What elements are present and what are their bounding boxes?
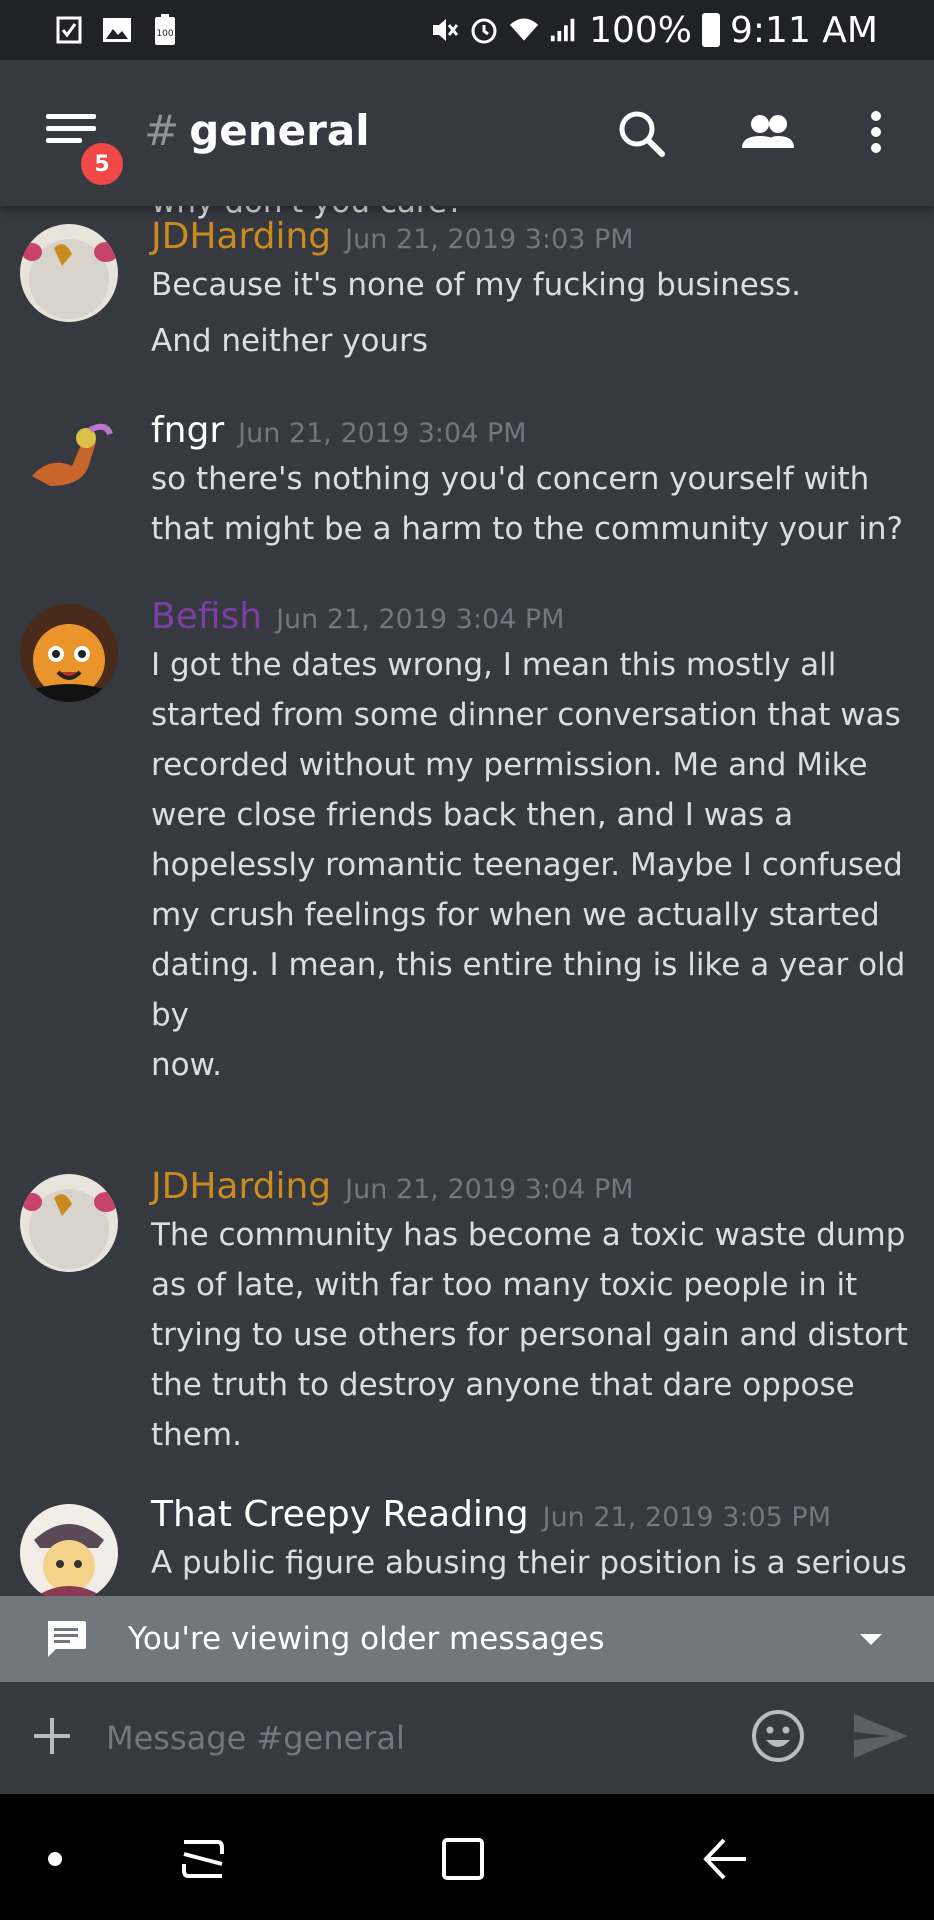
checkbox-icon xyxy=(54,15,84,45)
author-name[interactable]: JDHarding xyxy=(151,216,331,257)
message-line: that might be a harm to the community yo… xyxy=(151,511,903,547)
message-line: recorded without my permission. Me and M… xyxy=(151,747,868,783)
author-name[interactable]: Befish xyxy=(151,596,262,637)
message-line: so there's nothing you'd concern yoursel… xyxy=(151,461,870,497)
message-line: the truth to destroy anyone that dare op… xyxy=(151,1367,855,1403)
gallery-icon xyxy=(102,15,132,45)
alarm-icon xyxy=(469,15,499,45)
timestamp: Jun 21, 2019 3:04 PM xyxy=(276,604,565,635)
status-bar: 100 100% 9:11 AM xyxy=(0,0,934,60)
message-icon xyxy=(44,1619,88,1659)
channel-header: 5 # general xyxy=(0,60,934,206)
message-body: I got the dates wrong, I mean this mostl… xyxy=(151,640,911,1090)
message-list[interactable]: why don't you care? JDHardingJun 21, 201… xyxy=(0,160,934,1596)
channel-name: general xyxy=(189,106,370,155)
message-line: as of late, with far too many toxic peop… xyxy=(151,1267,858,1303)
author-name[interactable]: That Creepy Reading xyxy=(151,1494,529,1535)
send-icon[interactable] xyxy=(852,1710,910,1762)
message-line: I got the dates wrong, I mean this mostl… xyxy=(151,647,837,683)
timestamp: Jun 21, 2019 3:04 PM xyxy=(345,1174,634,1205)
message-header: fngr Jun 21, 2019 3:04 PM xyxy=(151,410,527,451)
message-body: Because it's none of my fucking business… xyxy=(151,260,911,366)
message-line: The community has become a toxic waste d… xyxy=(151,1217,906,1253)
message-line: dating. I mean, this entire thing is lik… xyxy=(151,947,906,1033)
message-header: Befish Jun 21, 2019 3:04 PM xyxy=(151,596,564,637)
message-line: started from some dinner conversation th… xyxy=(151,697,901,733)
more-options-icon[interactable] xyxy=(846,104,906,164)
timestamp: Jun 21, 2019 3:03 PM xyxy=(345,224,634,255)
add-attachment-icon[interactable] xyxy=(32,1716,72,1756)
system-nav-bar xyxy=(0,1794,934,1920)
older-messages-text: You're viewing older messages xyxy=(128,1621,605,1657)
avatar[interactable] xyxy=(20,604,118,702)
author-name[interactable]: fngr xyxy=(151,410,224,451)
message-line: were close friends back then, and I was … xyxy=(151,797,794,833)
emoji-icon[interactable] xyxy=(750,1708,806,1764)
older-messages-bar[interactable]: You're viewing older messages xyxy=(0,1596,934,1682)
members-icon[interactable] xyxy=(736,104,796,164)
svg-text:100: 100 xyxy=(156,29,173,39)
author-name[interactable]: JDHarding xyxy=(151,1166,331,1207)
message-line: now. xyxy=(151,1047,222,1083)
unread-badge: 5 xyxy=(78,140,126,188)
message-body: so there's nothing you'd concern yoursel… xyxy=(151,454,911,554)
message-line: my crush feelings for when we actually s… xyxy=(151,897,880,933)
message-line: trying to use others for personal gain a… xyxy=(151,1317,908,1353)
battery-100-icon: 100 xyxy=(150,14,180,45)
avatar[interactable] xyxy=(20,1174,118,1272)
hash-icon: # xyxy=(144,106,180,155)
recents-icon[interactable] xyxy=(178,1834,228,1884)
avatar[interactable] xyxy=(20,1504,118,1596)
jump-down-chevron-icon[interactable] xyxy=(860,1633,882,1645)
timestamp: Jun 21, 2019 3:05 PM xyxy=(542,1502,831,1533)
battery-percent: 100% xyxy=(589,9,693,51)
dot-icon[interactable] xyxy=(30,1834,80,1884)
mute-icon xyxy=(429,15,459,45)
avatar[interactable] xyxy=(20,416,118,514)
signal-icon xyxy=(549,15,579,45)
message-line: Because it's none of my fucking business… xyxy=(151,267,802,303)
back-icon[interactable] xyxy=(700,1834,750,1884)
message-header: JDHarding Jun 21, 2019 3:03 PM xyxy=(151,216,634,257)
message-line: hopelessly romantic teenager. Maybe I co… xyxy=(151,847,903,883)
message-body: A public figure abusing their position i… xyxy=(151,1538,911,1588)
message-body: The community has become a toxic waste d… xyxy=(151,1210,911,1460)
avatar[interactable] xyxy=(20,224,118,322)
message-header: JDHarding Jun 21, 2019 3:04 PM xyxy=(151,1166,634,1207)
channel-title: # general xyxy=(144,106,370,155)
message-composer xyxy=(0,1682,934,1794)
battery-icon xyxy=(702,13,721,47)
message-line: A public figure abusing their position i… xyxy=(151,1545,907,1581)
message-line: And neither yours xyxy=(151,323,429,359)
timestamp: Jun 21, 2019 3:04 PM xyxy=(238,418,527,449)
home-icon[interactable] xyxy=(438,1834,488,1884)
search-icon[interactable] xyxy=(612,104,672,164)
message-header: That Creepy Reading Jun 21, 2019 3:05 PM xyxy=(151,1494,831,1535)
wifi-icon xyxy=(509,15,539,45)
message-line: them. xyxy=(151,1417,242,1453)
message-input[interactable] xyxy=(104,1712,728,1764)
clock: 9:11 AM xyxy=(730,9,878,51)
